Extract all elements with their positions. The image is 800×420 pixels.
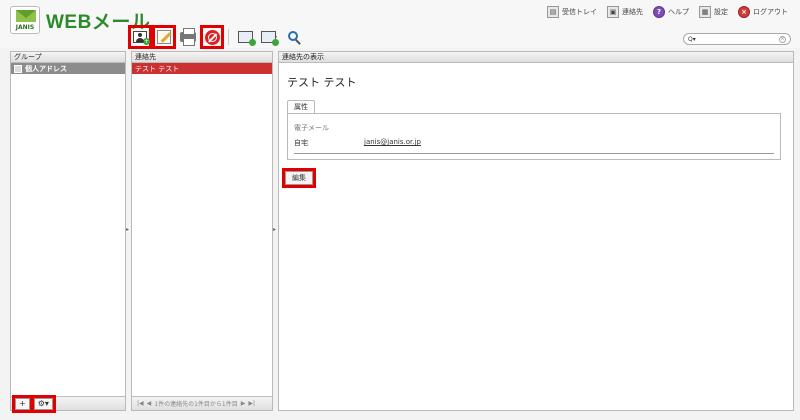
nav-contacts[interactable]: ▣ 連絡先 [607, 6, 643, 18]
pager-status: 1件の連絡先の1件目から1件目 [154, 401, 238, 408]
group-panel-header: グループ [11, 52, 125, 63]
contacts-panel-header: 連絡先 [132, 52, 272, 63]
splitter-handle[interactable]: ▸ [273, 226, 277, 234]
clear-search-icon[interactable]: × [779, 35, 786, 43]
export-button[interactable]: ▾ [259, 27, 279, 47]
plus-badge-icon: + [143, 38, 150, 45]
print-icon [180, 28, 196, 46]
email-link[interactable]: janis@janis.or.jp [364, 138, 421, 146]
delete-icon [204, 29, 220, 45]
tab-content: 電子メール 自宅 janis@janis.or.jp [287, 113, 781, 160]
search-input[interactable] [695, 34, 779, 44]
quick-search[interactable]: Q▾ × [683, 33, 791, 45]
group-options-button[interactable]: ⚙▾ [30, 394, 56, 413]
contacts-panel-footer: |◀ ◀ 1件の連絡先の1件目から1件目 ▶ ▶| [132, 396, 272, 410]
contact-detail-panel: 連絡先の表示 テスト テスト 属性 電子メール 自宅 janis@janis.o… [278, 51, 794, 411]
search-icon [288, 31, 298, 41]
nav-contacts-label: 連絡先 [622, 8, 643, 16]
group-panel: グループ 個人アドレス + ⚙▾ [10, 51, 126, 413]
search-options-icon[interactable]: Q▾ [688, 36, 696, 43]
group-panel-footer: + ⚙▾ [11, 394, 125, 413]
email-type-label: 自宅 [294, 139, 308, 147]
nav-logout[interactable]: × ログアウト [738, 6, 788, 18]
top-navigation: ▤ 受信トレイ ▣ 連絡先 ? ヘルプ ▦ 設定 × ログアウト [547, 6, 788, 18]
add-contact-icon: + [133, 31, 150, 45]
detail-panel-header: 連絡先の表示 [279, 52, 793, 63]
nav-settings-label: 設定 [714, 8, 728, 16]
settings-icon: ▦ [699, 6, 711, 18]
print-button[interactable] [178, 27, 198, 47]
contacts-panel: 連絡先 テスト テスト |◀ ◀ 1件の連絡先の1件目から1件目 ▶ ▶| [131, 51, 273, 411]
toolbar-separator [228, 29, 229, 45]
advanced-search-button[interactable] [283, 27, 303, 47]
pager-prev-icon[interactable]: ◀ [147, 400, 152, 407]
header: JANIS WEBメール ▤ 受信トレイ ▣ 連絡先 ? ヘルプ ▦ 設定 × … [0, 0, 800, 49]
contact-name: テスト テスト [287, 76, 357, 89]
contacts-toolbar: + ▾ [128, 25, 303, 49]
edit-contact-icon [157, 30, 171, 44]
group-item-label: 個人アドレス [25, 64, 67, 73]
pager-next-icon[interactable]: ▶ [241, 400, 246, 407]
delete-contact-button[interactable] [200, 25, 224, 49]
import-button[interactable] [235, 27, 256, 47]
nav-inbox[interactable]: ▤ 受信トレイ [547, 6, 597, 18]
edit-contact-button[interactable] [152, 25, 176, 49]
nav-logout-label: ログアウト [753, 8, 788, 16]
help-icon: ? [653, 6, 665, 18]
tab-attributes[interactable]: 属性 [287, 100, 315, 114]
group-item-personal[interactable]: 個人アドレス [11, 63, 125, 74]
logout-icon: × [738, 6, 750, 18]
inbox-icon: ▤ [547, 6, 559, 18]
import-icon [237, 31, 256, 46]
pager-first-icon[interactable]: |◀ [137, 400, 144, 407]
address-book-icon [14, 64, 22, 73]
contact-tabs: 属性 電子メール 自宅 janis@janis.or.jp [287, 100, 781, 160]
add-group-button[interactable]: + [12, 394, 33, 413]
nav-help[interactable]: ? ヘルプ [653, 6, 689, 18]
envelope-icon [16, 10, 36, 22]
janis-logo-icon: JANIS [10, 6, 40, 34]
address-book-icon: ▣ [607, 6, 619, 18]
contact-list-item[interactable]: テスト テスト [132, 63, 272, 74]
contacts-pager: |◀ ◀ 1件の連絡先の1件目から1件目 ▶ ▶| [132, 399, 255, 408]
pager-last-icon[interactable]: ▶| [248, 400, 255, 407]
logo-brand-text: JANIS [15, 24, 35, 31]
add-contact-button[interactable]: + [128, 25, 152, 49]
splitter-handle[interactable]: ▸ [126, 226, 130, 234]
divider [294, 153, 774, 154]
edit-button[interactable]: 編集 [282, 168, 316, 188]
nav-inbox-label: 受信トレイ [562, 8, 597, 16]
email-section-label: 電子メール [294, 124, 329, 132]
export-icon [260, 31, 279, 46]
nav-settings[interactable]: ▦ 設定 [699, 6, 728, 18]
nav-help-label: ヘルプ [668, 8, 689, 16]
